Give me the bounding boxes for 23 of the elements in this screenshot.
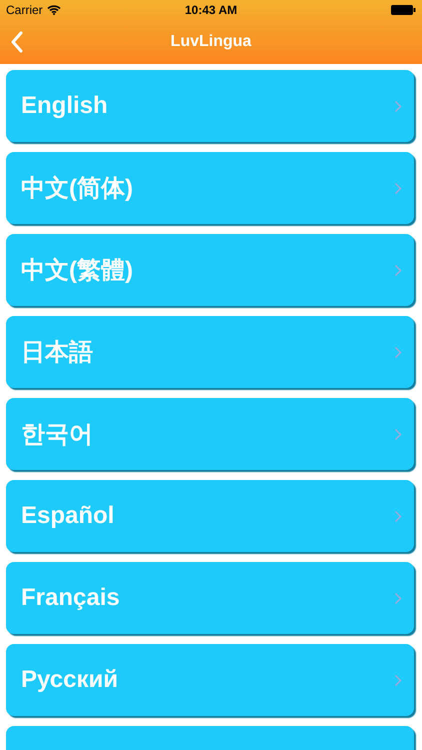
back-chevron-icon [10, 31, 23, 53]
language-item[interactable]: 한국어 [6, 398, 414, 470]
language-item[interactable]: Français [6, 562, 414, 634]
chevron-icon [394, 428, 402, 440]
chevron-icon [394, 100, 402, 112]
chevron-icon [394, 182, 402, 194]
language-item[interactable]: 中文(繁體) [6, 234, 414, 306]
chevron-icon [394, 264, 402, 276]
language-item[interactable]: English [6, 70, 414, 142]
language-item[interactable]: Español [6, 480, 414, 552]
chevron-icon [394, 674, 402, 686]
language-item[interactable]: Русский [6, 644, 414, 716]
chevron-icon [394, 510, 402, 522]
nav-title: LuvLingua [170, 33, 252, 51]
chevron-icon [394, 592, 402, 604]
language-item[interactable]: 中文(简体) [6, 152, 414, 224]
carrier-name: Carrier [6, 3, 43, 17]
battery-icon [391, 5, 416, 15]
wifi-icon [46, 5, 61, 15]
back-button[interactable] [10, 31, 23, 53]
language-item[interactable]: 日本語 [6, 316, 414, 388]
status-time: 10:43 AM [184, 3, 238, 17]
chevron-icon [394, 346, 402, 358]
